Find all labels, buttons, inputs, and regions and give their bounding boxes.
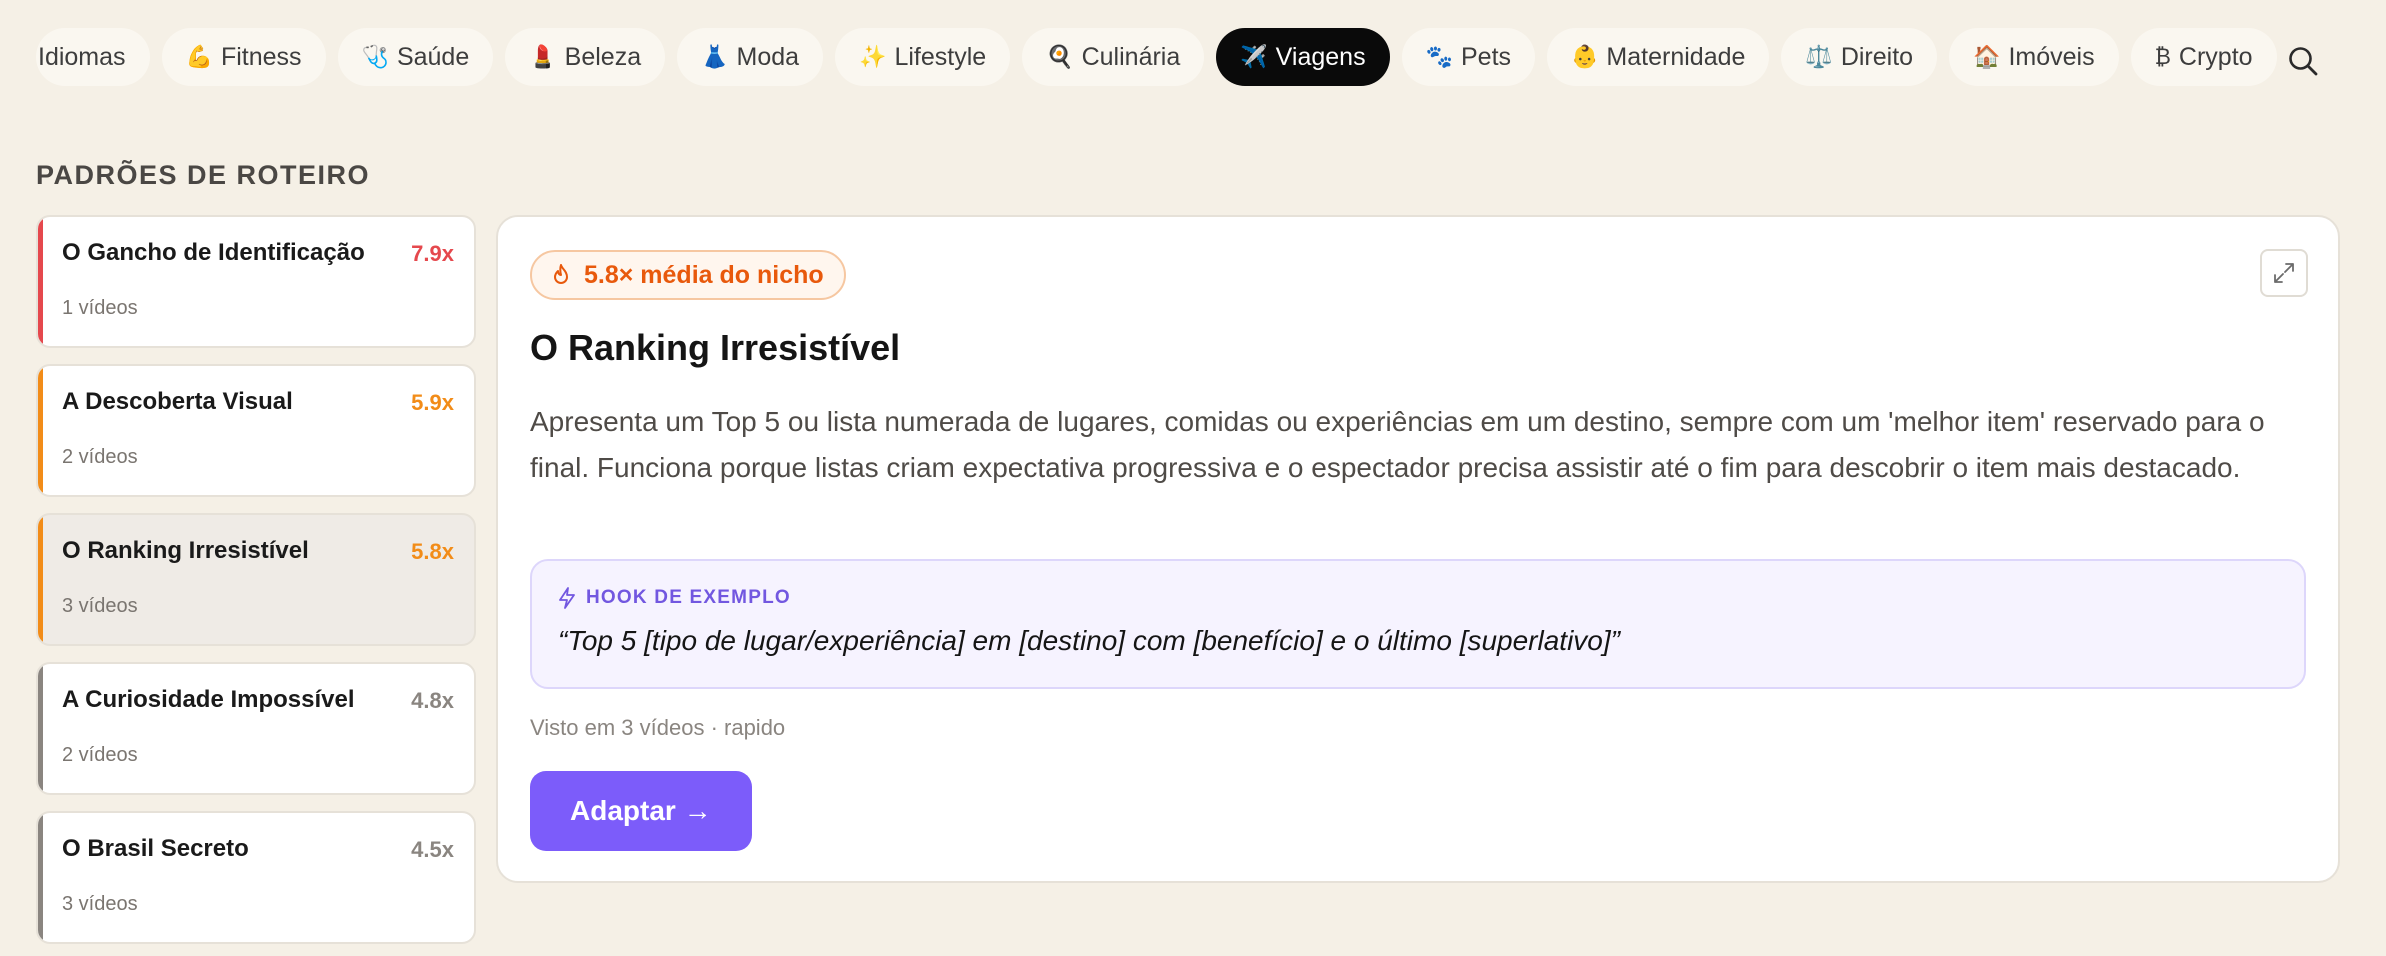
pattern-accent-bar bbox=[38, 813, 43, 942]
hook-text: “Top 5 [tipo de lugar/experiência] em [d… bbox=[558, 625, 1620, 656]
pattern-card-video-count: 3 vídeos bbox=[62, 893, 138, 915]
pattern-card-multiplier: 5.8x bbox=[411, 539, 454, 564]
category-emoji-icon: ₿ bbox=[2154, 44, 2171, 69]
category-chips: Idiomas 💪 Fitness 🩺 Saúde 💄 Beleza 👗 Moda ✨ Lifest… bbox=[36, 28, 2277, 86]
category-emoji-icon: 🍳 bbox=[1046, 44, 1074, 69]
pattern-card-title: O Brasil Secreto bbox=[62, 835, 249, 862]
pattern-card-video-count: 2 vídeos bbox=[62, 744, 138, 766]
search-icon bbox=[2289, 47, 2318, 76]
niche-average-badge: 5.8× média do nicho bbox=[530, 250, 846, 300]
pattern-card-video-count: 3 vídeos bbox=[62, 595, 138, 617]
category-emoji-icon: ⚖️ bbox=[1805, 44, 1833, 69]
category-emoji-icon: 👗 bbox=[701, 44, 729, 69]
category-emoji-icon: 🩺 bbox=[361, 44, 389, 69]
category-emoji-icon: 💪 bbox=[185, 44, 213, 69]
category-chip-crypto[interactable]: ₿ Crypto bbox=[2130, 28, 2277, 86]
pattern-card[interactable]: O Ranking Irresistível 5.8x 3 vídeos bbox=[36, 513, 476, 646]
category-chip-moda[interactable]: 👗 Moda bbox=[677, 28, 824, 86]
category-emoji-icon: 💄 bbox=[529, 44, 557, 69]
expand-icon bbox=[2274, 263, 2294, 283]
category-label: Crypto bbox=[2178, 42, 2253, 71]
example-hook-box: HOOK DE EXEMPLO “Top 5 [tipo de lugar/ex… bbox=[530, 559, 2306, 689]
pattern-list: O Gancho de Identificação 7.9x 1 vídeos A D… bbox=[36, 215, 476, 956]
pattern-accent-bar bbox=[38, 217, 43, 346]
seen-in-videos: Visto em 3 vídeos · rapido bbox=[530, 715, 786, 740]
category-label: Saúde bbox=[396, 42, 470, 71]
category-label: Beleza bbox=[564, 42, 642, 71]
pattern-card-title: O Gancho de Identificação bbox=[62, 239, 365, 266]
category-emoji-icon: ✈️ bbox=[1240, 44, 1268, 69]
pattern-card[interactable]: A Descoberta Visual 5.9x 2 vídeos bbox=[36, 364, 476, 497]
flame-icon bbox=[554, 264, 568, 284]
category-label: Imóveis bbox=[2008, 42, 2095, 71]
hook-label: HOOK DE EXEMPLO bbox=[558, 587, 791, 609]
pattern-card-video-count: 2 vídeos bbox=[62, 446, 138, 468]
hook-label-text: HOOK DE EXEMPLO bbox=[586, 587, 791, 608]
pattern-card[interactable]: O Gancho de Identificação 7.9x 1 vídeos bbox=[36, 215, 476, 348]
category-chip-idiomas[interactable]: Idiomas bbox=[36, 28, 150, 86]
category-chip-viagens[interactable]: ✈️ Viagens bbox=[1216, 28, 1390, 86]
pattern-accent-bar bbox=[38, 366, 43, 495]
bolt-icon bbox=[559, 587, 575, 609]
pattern-card[interactable]: A Curiosidade Impossível 4.8x 2 vídeos bbox=[36, 662, 476, 795]
pattern-card-video-count: 1 vídeos bbox=[62, 297, 138, 319]
badge-text: 5.8× média do nicho bbox=[584, 260, 824, 289]
pattern-card-multiplier: 4.5x bbox=[411, 837, 454, 862]
expand-button[interactable] bbox=[2260, 249, 2308, 297]
section-title: PADRÕES DE ROTEIRO bbox=[36, 160, 371, 190]
category-chip-imoveis[interactable]: 🏠 Imóveis bbox=[1949, 28, 2119, 86]
pattern-description: Apresenta um Top 5 ou lista numerada de … bbox=[530, 406, 2265, 483]
category-chip-lifestyle[interactable]: ✨ Lifestyle bbox=[835, 28, 1011, 86]
category-label: Pets bbox=[1460, 42, 1512, 71]
pattern-card-title: A Descoberta Visual bbox=[62, 388, 293, 415]
pattern-card-multiplier: 5.9x bbox=[411, 390, 454, 415]
category-label: Idiomas bbox=[38, 42, 126, 71]
category-chip-fitness[interactable]: 💪 Fitness bbox=[161, 28, 326, 86]
pattern-card-multiplier: 4.8x bbox=[411, 688, 454, 713]
category-emoji-icon: 🏠 bbox=[1973, 44, 2001, 69]
pattern-card[interactable]: O Brasil Secreto 4.5x 3 vídeos bbox=[36, 811, 476, 944]
pattern-title: O Ranking Irresistível bbox=[530, 327, 901, 368]
pattern-card-multiplier: 7.9x bbox=[411, 241, 454, 266]
category-label: Fitness bbox=[220, 42, 302, 71]
pattern-accent-bar bbox=[38, 515, 43, 644]
category-label: Moda bbox=[736, 42, 800, 71]
category-emoji-icon: 👶 bbox=[1571, 44, 1599, 69]
pattern-detail-panel: 5.8× média do nicho O Ranking Irresistív… bbox=[496, 215, 2340, 883]
category-chip-culinaria[interactable]: 🍳 Culinária bbox=[1022, 28, 1205, 86]
category-chip-saude[interactable]: 🩺 Saúde bbox=[337, 28, 494, 86]
pattern-card-title: O Ranking Irresistível bbox=[62, 537, 309, 564]
category-emoji-icon: ✨ bbox=[859, 44, 887, 69]
category-label: Maternidade bbox=[1606, 42, 1746, 71]
category-chip-pets[interactable]: 🐾 Pets bbox=[1401, 28, 1536, 86]
category-label: Viagens bbox=[1275, 42, 1366, 71]
category-chip-beleza[interactable]: 💄 Beleza bbox=[505, 28, 666, 86]
category-chip-direito[interactable]: ⚖️ Direito bbox=[1781, 28, 1938, 86]
pattern-accent-bar bbox=[38, 664, 43, 793]
category-label: Lifestyle bbox=[894, 42, 987, 71]
page: Idiomas 💪 Fitness 🩺 Saúde 💄 Beleza 👗 Moda ✨ Lifest… bbox=[0, 0, 2386, 956]
category-label: Culinária bbox=[1081, 42, 1181, 71]
adapt-button[interactable]: Adaptar → bbox=[530, 771, 752, 851]
category-emoji-icon: 🐾 bbox=[1425, 44, 1453, 69]
search-button[interactable] bbox=[2286, 44, 2320, 78]
pattern-card-title: A Curiosidade Impossível bbox=[62, 686, 355, 713]
category-chip-maternidade[interactable]: 👶 Maternidade bbox=[1547, 28, 1770, 86]
category-label: Direito bbox=[1840, 42, 1914, 71]
